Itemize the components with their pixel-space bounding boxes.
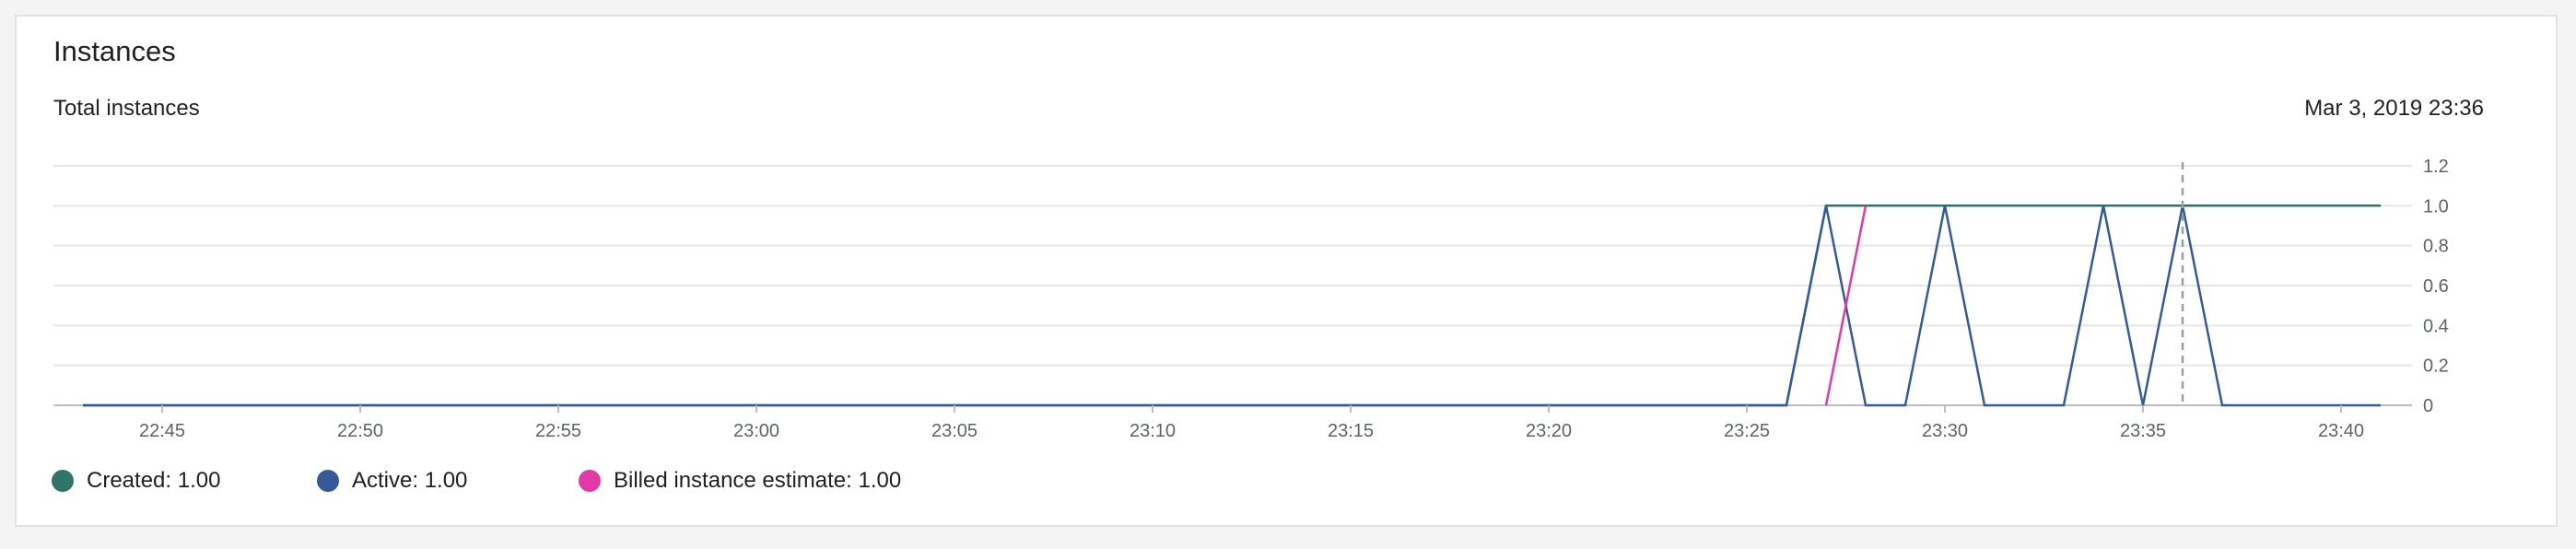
legend-label-active: Active: 1.00: [352, 468, 468, 493]
legend-dot-billed: [579, 470, 601, 492]
y-tick-label: 0: [2423, 396, 2433, 416]
series-line-created: [83, 204, 2381, 407]
legend-label-created: Created: 1.00: [87, 468, 221, 493]
x-tick-label: 23:40: [2318, 421, 2364, 441]
x-tick-label: 23:15: [1328, 421, 1374, 441]
y-tick-label: 0.8: [2423, 237, 2449, 257]
x-tick-label: 22:55: [535, 421, 581, 441]
instances-chart[interactable]: 0 0.2 0.4 0.6 0.8 1.0 1.2 22:45 22:50 22:55 23:00…: [17, 17, 2559, 450]
x-tick-label: 23:30: [1922, 421, 1968, 441]
x-axis-ticks: 22:45 22:50 22:55 23:00 23:05 23:10 23:15 23:20…: [139, 405, 2364, 441]
x-tick-label: 22:45: [139, 421, 185, 441]
y-tick-label: 1.0: [2423, 196, 2449, 216]
x-tick-label: 22:50: [337, 421, 383, 441]
y-tick-label: 0.4: [2423, 316, 2449, 336]
y-tick-label: 1.2: [2423, 157, 2449, 177]
grid-lines: [53, 165, 2412, 406]
legend-dot-created: [52, 470, 74, 492]
x-tick-label: 23:05: [931, 421, 978, 441]
instances-card: Instances Total instances Mar 3, 2019 23…: [15, 15, 2558, 527]
y-tick-label: 0.6: [2423, 276, 2449, 297]
legend-item-created[interactable]: Created: 1.00: [52, 468, 220, 494]
x-tick-label: 23:25: [1724, 421, 1770, 441]
x-tick-label: 23:35: [2120, 421, 2166, 441]
legend-item-active[interactable]: Active: 1.00: [317, 468, 467, 494]
legend-label-billed: Billed instance estimate: 1.00: [614, 468, 902, 493]
series-line-active: [83, 205, 2381, 407]
series-lines: [83, 204, 2381, 407]
legend-item-billed[interactable]: Billed instance estimate: 1.00: [579, 468, 901, 494]
y-axis-ticks: 0 0.2 0.4 0.6 0.8 1.0 1.2: [2423, 157, 2449, 416]
legend-dot-active: [317, 470, 339, 492]
x-tick-label: 23:00: [733, 421, 779, 441]
x-tick-label: 23:10: [1130, 421, 1176, 441]
legend: Created: 1.00 Active: 1.00 Billed instan…: [52, 468, 1157, 505]
y-tick-label: 0.2: [2423, 356, 2449, 377]
x-tick-label: 23:20: [1526, 421, 1572, 441]
